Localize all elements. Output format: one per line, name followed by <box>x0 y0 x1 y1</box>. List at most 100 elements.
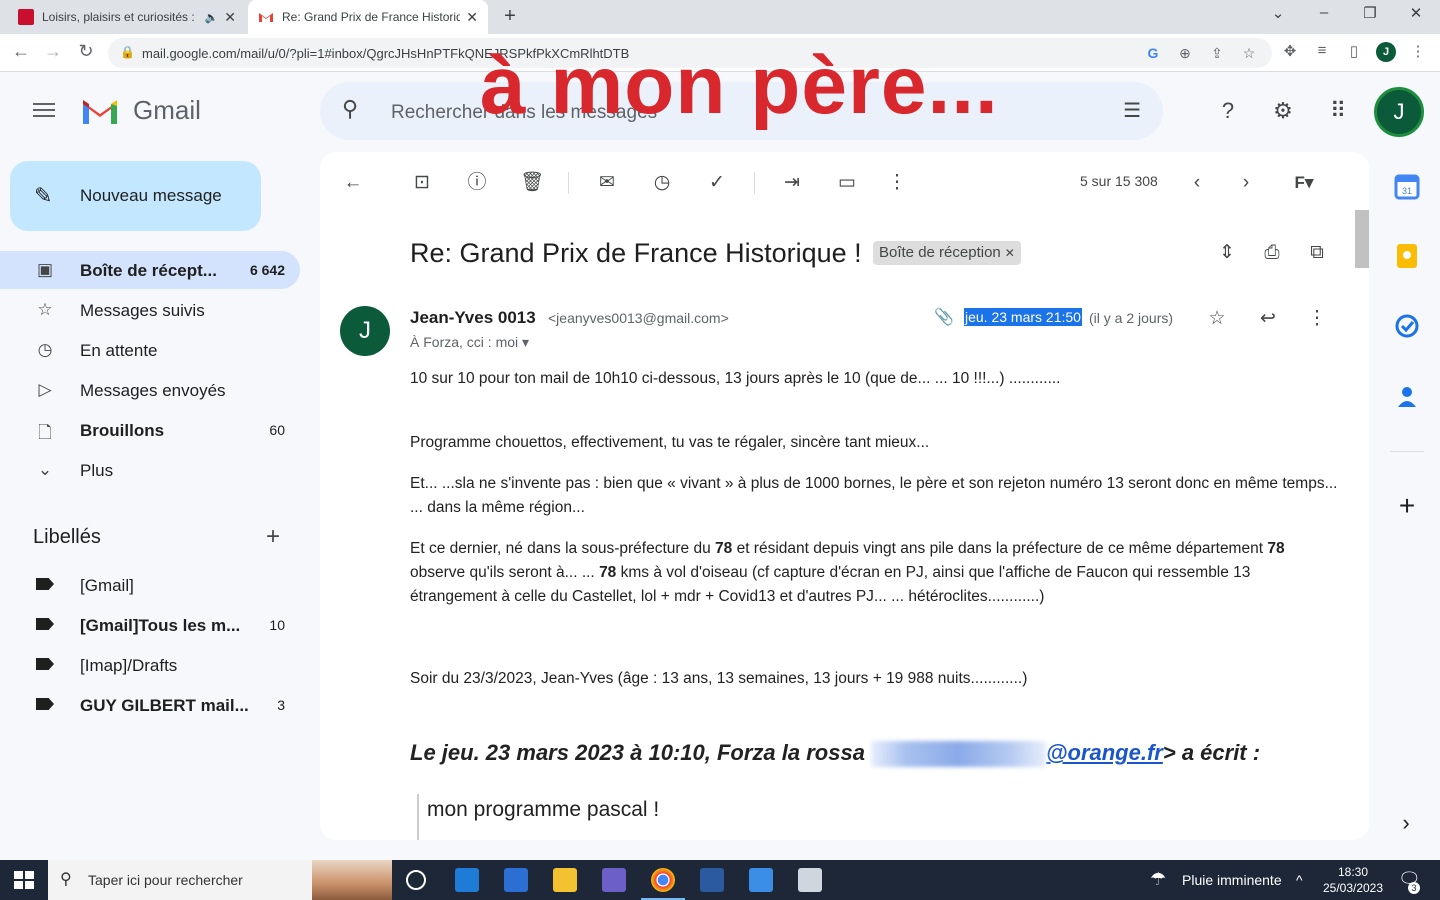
remove-label-icon[interactable]: ✕ <box>1005 246 1015 260</box>
label-item[interactable]: [Gmail] <box>0 566 300 604</box>
photos-icon[interactable] <box>749 868 773 892</box>
add-label-icon[interactable]: + <box>266 523 280 551</box>
nav-more[interactable]: ⌄ Plus <box>0 451 300 489</box>
more-vert-icon[interactable]: ⋮ <box>884 170 910 196</box>
app-icon[interactable] <box>602 868 626 892</box>
scrollbar-thumb[interactable] <box>1355 210 1369 268</box>
extensions-puzzle-icon[interactable]: ✥ <box>1280 42 1300 60</box>
back-arrow-icon[interactable]: ← <box>10 41 32 62</box>
nav-snoozed[interactable]: ◷ En attente <box>0 331 300 369</box>
gmail-wordmark[interactable]: Gmail <box>133 95 201 126</box>
file-explorer-icon[interactable] <box>553 868 577 892</box>
windows-start-icon[interactable] <box>14 871 34 889</box>
show-side-panel-chevron-icon[interactable]: › <box>1396 810 1416 836</box>
sender-name[interactable]: Jean-Yves 0013 <box>410 308 536 328</box>
tab-search-chevron-icon[interactable]: ⌄ <box>1266 4 1290 22</box>
expand-all-icon[interactable]: ⇕ <box>1214 240 1240 266</box>
notepad-icon[interactable] <box>798 868 822 892</box>
taskbar-search-input[interactable]: Taper ici pour rechercher <box>88 872 243 888</box>
message-more-icon[interactable]: ⋮ <box>1305 307 1329 331</box>
tasks-icon[interactable] <box>1394 313 1420 339</box>
mark-unread-icon[interactable]: ✉ <box>594 170 620 196</box>
help-icon[interactable]: ? <box>1213 96 1243 126</box>
search-icon[interactable]: ⚲ <box>342 96 358 122</box>
browser-tab-gmail[interactable]: Re: Grand Prix de France Historiq ✕ <box>248 0 488 34</box>
reload-icon[interactable]: ↻ <box>75 41 97 62</box>
sender-avatar[interactable]: J <box>340 306 390 356</box>
new-tab-button[interactable]: + <box>498 5 522 28</box>
star-message-icon[interactable]: ☆ <box>1205 307 1229 331</box>
app-icon[interactable] <box>700 868 724 892</box>
chrome-icon[interactable] <box>641 868 685 900</box>
label-chip[interactable]: Boîte de réception ✕ <box>873 241 1021 265</box>
open-new-window-icon[interactable]: ⧉ <box>1304 240 1330 266</box>
side-panel-icon[interactable]: ▯ <box>1344 42 1364 60</box>
keep-icon[interactable] <box>1394 243 1420 269</box>
caret-down-icon[interactable]: ▾ <box>522 334 529 350</box>
compose-button[interactable]: ✎ Nouveau message <box>10 161 261 231</box>
contacts-icon[interactable] <box>1394 383 1420 409</box>
forward-arrow-icon[interactable]: → <box>42 41 64 62</box>
cortana-icon[interactable] <box>406 870 426 890</box>
weather-rain-icon[interactable]: ☂ <box>1150 869 1166 890</box>
move-to-icon[interactable]: ⇥ <box>779 170 805 196</box>
email-link[interactable]: @orange.fr <box>1046 740 1163 765</box>
nav-drafts[interactable]: 🗋 Brouillons 60 <box>0 411 300 449</box>
recipients[interactable]: À Forza, cci : moi ▾ <box>410 334 529 351</box>
speaker-icon[interactable]: 🔈 <box>205 11 219 24</box>
close-tab-icon[interactable]: ✕ <box>466 9 478 26</box>
close-window-button[interactable]: ✕ <box>1404 4 1428 22</box>
newer-chevron-icon[interactable]: › <box>1233 170 1259 196</box>
clock-icon: ◷ <box>37 340 53 359</box>
share-icon[interactable]: ⇪ <box>1208 45 1226 62</box>
taskbar-search[interactable]: ⚲ Taper ici pour rechercher <box>48 860 392 900</box>
browser-profile-avatar[interactable]: J <box>1376 42 1396 62</box>
system-clock[interactable]: 18:30 25/03/2023 <box>1318 864 1388 896</box>
message-date: jeu. 23 mars 21:50 <box>964 308 1082 326</box>
search-options-icon[interactable]: ☰ <box>1123 98 1141 123</box>
apps-grid-icon[interactable]: ⠿ <box>1323 96 1353 126</box>
settings-gear-icon[interactable]: ⚙ <box>1268 96 1298 126</box>
snooze-clock-icon[interactable]: ◷ <box>649 170 675 196</box>
weather-text[interactable]: Pluie imminente <box>1182 872 1282 888</box>
label-icon[interactable]: ▭ <box>834 170 860 196</box>
nav-inbox[interactable]: ▣ Boîte de récept... 6 642 <box>0 251 300 289</box>
maximize-button[interactable]: ❐ <box>1358 4 1382 22</box>
older-chevron-icon[interactable]: ‹ <box>1184 170 1210 196</box>
mail-app-icon[interactable] <box>455 868 479 892</box>
archive-icon[interactable]: ⊡ <box>409 170 435 196</box>
gmail-logo-icon[interactable] <box>80 96 120 126</box>
attachment-clip-icon: 📎 <box>934 309 954 326</box>
report-spam-icon[interactable]: ⓘ <box>464 170 490 196</box>
bookmark-star-icon[interactable]: ☆ <box>1240 45 1258 62</box>
calendar-icon[interactable]: 31 <box>1394 174 1420 200</box>
account-avatar[interactable]: J <box>1374 87 1424 137</box>
nav-starred[interactable]: ☆ Messages suivis <box>0 291 300 329</box>
tray-chevron-up-icon[interactable]: ^ <box>1296 872 1303 888</box>
label-item[interactable]: GUY GILBERT mail... 3 <box>0 686 300 724</box>
add-task-icon[interactable]: ✓ <box>704 170 730 196</box>
zoom-icon[interactable]: ⊕ <box>1176 45 1194 62</box>
lock-icon[interactable]: 🔒 <box>120 45 135 59</box>
print-icon[interactable]: ⎙ <box>1259 240 1285 266</box>
nav-label: En attente <box>80 341 158 360</box>
store-icon[interactable] <box>504 868 528 892</box>
label-item[interactable]: [Gmail]Tous les m... 10 <box>0 606 300 644</box>
reading-list-icon[interactable]: ≡ <box>1312 42 1332 59</box>
delete-trash-icon[interactable]: 🗑 <box>519 170 545 196</box>
nav-sent[interactable]: ▷ Messages envoyés <box>0 371 300 409</box>
nav-count: 6 642 <box>249 262 285 278</box>
browser-menu-icon[interactable]: ⋮ <box>1408 42 1428 60</box>
back-to-inbox-icon[interactable]: ← <box>340 170 366 196</box>
star-icon: ☆ <box>37 300 53 319</box>
google-lens-icon[interactable]: G <box>1144 45 1162 61</box>
quoted-text: mon programme pascal ! <box>427 798 660 821</box>
label-item[interactable]: [Imap]/Drafts <box>0 646 300 684</box>
minimize-button[interactable]: – <box>1312 4 1336 21</box>
close-tab-icon[interactable]: ✕ <box>224 9 236 26</box>
get-addons-plus-icon[interactable]: + <box>1394 490 1420 522</box>
main-menu-icon[interactable] <box>33 99 57 123</box>
reply-icon[interactable]: ↩ <box>1256 307 1280 331</box>
input-tools-icon[interactable]: F▾ <box>1284 170 1324 196</box>
browser-tab-loisirs[interactable]: Loisirs, plaisirs et curiosités : 🔈 ✕ <box>8 0 246 34</box>
